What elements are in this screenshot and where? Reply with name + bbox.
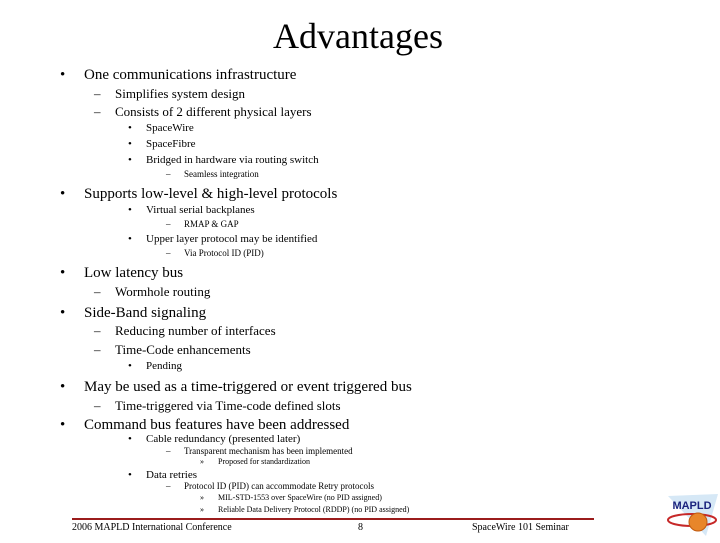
bullet-marker-icon: – — [94, 104, 101, 119]
footer-rule — [72, 518, 594, 520]
list-item-text: Reducing number of interfaces — [115, 323, 276, 338]
bullet-marker-icon: • — [60, 186, 66, 202]
list-item-text: Cable redundancy (presented later) — [146, 433, 301, 445]
list-item-text: Proposed for standardization — [218, 457, 310, 466]
list-item-text: Protocol ID (PID) can accommodate Retry … — [184, 481, 374, 491]
mapld-logo: MAPLD — [662, 490, 720, 538]
list-item-text: Virtual serial backplanes — [146, 204, 255, 216]
list-item-text: Reliable Data Delivery Protocol (RDDP) (… — [218, 505, 410, 514]
list-item-text: Upper layer protocol may be identified — [146, 233, 318, 245]
bullet-marker-icon: • — [60, 265, 66, 281]
bullet-marker-icon: • — [128, 122, 132, 134]
list-item-text: Wormhole routing — [115, 284, 211, 299]
bullet-marker-icon: – — [166, 446, 171, 456]
logo-text: MAPLD — [672, 500, 711, 512]
slide-title: Advantages — [273, 16, 443, 56]
footer-conference: 2006 MAPLD International Conference — [72, 522, 232, 533]
bullet-marker-icon: • — [128, 433, 132, 445]
list-item-text: Time-triggered via Time-code defined slo… — [115, 398, 341, 413]
list-item-text: Side-Band signaling — [84, 305, 207, 321]
bullet-marker-icon: – — [166, 248, 171, 258]
bullet-marker-icon: • — [60, 417, 66, 433]
bullet-marker-icon: – — [94, 284, 101, 299]
list-item-text: May be used as a time-triggered or event… — [84, 379, 412, 395]
mapld-logo-icon: MAPLD — [667, 494, 718, 536]
list-item-text: Seamless integration — [184, 169, 259, 179]
list-item-text: Bridged in hardware via routing switch — [146, 154, 319, 166]
bullet-marker-icon: – — [94, 342, 101, 357]
footer-page-number: 8 — [358, 522, 363, 533]
bullet-marker-icon: – — [166, 481, 171, 491]
bullet-marker-icon: • — [60, 379, 66, 395]
list-item-text: SpaceFibre — [146, 138, 196, 150]
bullet-marker-icon: • — [60, 67, 66, 83]
bullet-marker-icon: » — [200, 505, 204, 514]
bullet-marker-icon: – — [94, 398, 101, 413]
bullet-marker-icon: • — [128, 204, 132, 216]
list-item-text: SpaceWire — [146, 122, 194, 134]
bullet-marker-icon: – — [166, 169, 171, 179]
bullet-marker-icon: – — [94, 323, 101, 338]
list-item-text: Time-Code enhancements — [115, 342, 251, 357]
footer-seminar: SpaceWire 101 Seminar — [472, 522, 569, 533]
bullet-marker-icon: » — [200, 457, 204, 466]
bullet-marker-icon: • — [128, 360, 132, 372]
bullet-marker-icon: – — [166, 219, 171, 229]
list-item-text: One communications infrastructure — [84, 67, 297, 83]
list-item-text: Low latency bus — [84, 265, 184, 281]
bullet-marker-icon: • — [128, 138, 132, 150]
list-item-text: Consists of 2 different physical layers — [115, 104, 312, 119]
bullet-marker-icon: » — [200, 493, 204, 502]
bullet-marker-icon: • — [128, 233, 132, 245]
list-item-text: Simplifies system design — [115, 86, 245, 101]
list-item-text: Transparent mechanism has been implement… — [184, 446, 353, 456]
list-item-text: RMAP & GAP — [184, 219, 239, 229]
list-item-text: Supports low-level & high-level protocol… — [84, 186, 338, 202]
bullet-marker-icon: • — [128, 469, 132, 481]
bullet-marker-icon: • — [60, 305, 66, 321]
list-item-text: MIL-STD-1553 over SpaceWire (no PID assi… — [218, 493, 382, 502]
bullet-marker-icon: • — [128, 154, 132, 166]
list-item-text: Pending — [146, 360, 183, 372]
bullet-marker-icon: – — [94, 86, 101, 101]
list-item-text: Command bus features have been addressed — [84, 417, 350, 433]
list-item-text: Via Protocol ID (PID) — [184, 248, 264, 258]
